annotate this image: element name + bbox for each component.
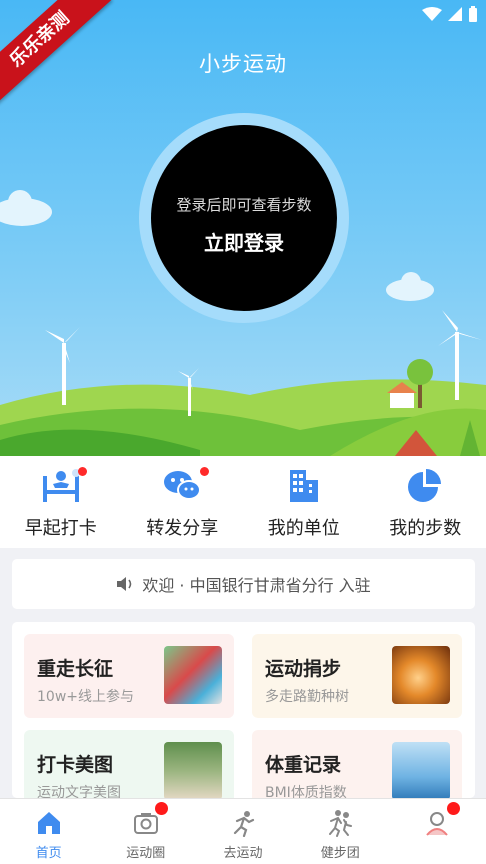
camera-icon [133, 813, 158, 834]
card-title: 重走长征 [37, 658, 114, 680]
cloud-icon [0, 190, 52, 226]
login-circle-button[interactable]: 登录后即可查看步数 立即登录 [151, 125, 337, 311]
card-image [392, 646, 450, 704]
wake-up-icon [42, 469, 80, 502]
card-image [392, 742, 450, 798]
card-title: 打卡美图 [37, 754, 114, 776]
badge-dot [446, 802, 460, 815]
card-step-donation[interactable]: 运动捐步 多走路勤种树 [252, 634, 462, 718]
quick-item-label: 我的单位 [267, 518, 340, 539]
quick-item-steps[interactable]: 我的步数 [365, 456, 486, 548]
card-subtitle: 多走路勤种树 [265, 689, 349, 705]
login-button-label: 立即登录 [204, 231, 284, 255]
pie-chart-icon [408, 469, 442, 502]
quick-actions: 早起打卡 转发分享 我的单位 我的步数 [0, 456, 486, 548]
quick-item-unit[interactable]: 我的单位 [243, 456, 365, 548]
card-image [164, 742, 222, 798]
tab-home[interactable]: 首页 [0, 799, 97, 864]
wechat-icon [164, 471, 202, 500]
windmill-icon [178, 368, 199, 416]
signal-icon [448, 7, 462, 21]
card-photo-checkin[interactable]: 打卡美图 运动文字美图 [24, 730, 234, 798]
card-subtitle: 10w+线上参与 [37, 689, 134, 705]
status-bar [422, 6, 478, 22]
card-subtitle: BMI体质指数 [265, 785, 347, 798]
group-walking-icon [329, 810, 353, 837]
windmill-icon [438, 310, 482, 400]
tab-label: 健步团 [320, 846, 360, 861]
bottom-tab-bar: 首页 运动圈 去运动 健步团 [0, 798, 486, 864]
hero-banner: 乐乐亲测 小步运动 登录后即可查看步数 立即登录 [0, 0, 486, 456]
card-long-march[interactable]: 重走长征 10w+线上参与 [24, 634, 234, 718]
building-icon [289, 470, 318, 502]
quick-item-share[interactable]: 转发分享 [122, 456, 244, 548]
tab-sport-circle[interactable]: 运动圈 [97, 799, 194, 864]
tab-go-exercise[interactable]: 去运动 [194, 799, 291, 864]
badge-dot [78, 467, 87, 476]
feature-cards: 重走长征 10w+线上参与 运动捐步 多走路勤种树 打卡美图 运动文字美图 体重… [12, 622, 475, 798]
wifi-icon [422, 7, 442, 21]
quick-item-wake-up[interactable]: 早起打卡 [0, 456, 122, 548]
quick-item-label: 早起打卡 [24, 518, 97, 539]
speaker-icon [117, 577, 132, 591]
tab-label: 去运动 [223, 846, 263, 861]
card-weight-record[interactable]: 体重记录 BMI体质指数 [252, 730, 462, 798]
card-image [164, 646, 222, 704]
quick-item-label: 转发分享 [146, 518, 219, 539]
badge-dot [199, 467, 209, 476]
tab-label: 首页 [35, 846, 62, 861]
running-icon [233, 811, 255, 837]
tab-label: 运动圈 [126, 846, 166, 861]
welcome-notice: 欢迎 · 中国银行甘肃省分行 入驻 [12, 559, 475, 609]
page-title: 小步运动 [199, 52, 287, 76]
home-icon [37, 812, 60, 834]
badge-dot [155, 802, 169, 815]
card-subtitle: 运动文字美图 [37, 785, 121, 798]
quick-item-label: 我的步数 [389, 518, 462, 539]
tab-profile[interactable] [389, 799, 486, 864]
card-title: 体重记录 [265, 754, 342, 776]
windmill-icon [45, 327, 80, 405]
notice-text: 欢迎 · 中国银行甘肃省分行 入驻 [142, 576, 371, 595]
card-title: 运动捐步 [265, 658, 342, 680]
cloud-icon [386, 272, 434, 301]
avatar-icon [426, 812, 449, 836]
tab-walking-group[interactable]: 健步团 [292, 799, 389, 864]
battery-icon [469, 6, 477, 22]
login-hint: 登录后即可查看步数 [176, 196, 312, 214]
